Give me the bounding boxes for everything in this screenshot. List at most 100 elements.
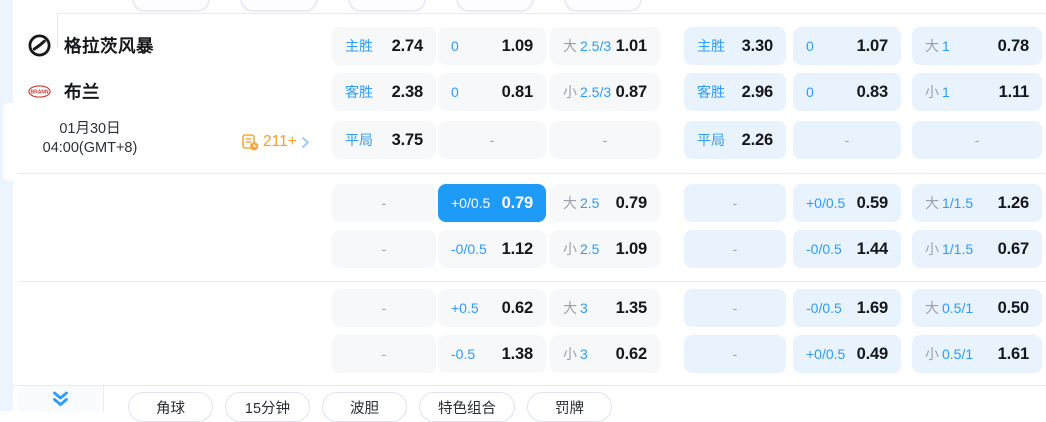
tab-corners[interactable]: 角球 [128, 392, 213, 422]
odds-cell-selected[interactable]: +0/0.5 0.79 [438, 184, 546, 222]
odds-cell[interactable]: 小 3 0.62 [550, 335, 660, 373]
odds-selection-label: -0/0.5 [806, 241, 842, 257]
odds-selection-label: 主胜 [697, 38, 725, 54]
odds-cell[interactable]: 0 1.07 [793, 27, 901, 65]
odds-value: 0.79 [615, 193, 648, 212]
match-date: 01月30日 [59, 121, 121, 137]
odds-cell-empty: - [550, 121, 660, 159]
odds-selection-label: 大 1/1.5 [925, 195, 974, 211]
over-under-prefix: 小 [563, 346, 577, 362]
odds-cell[interactable]: 0 0.81 [438, 73, 546, 111]
odds-selection-label: 大 2.5/3 [563, 38, 612, 54]
odds-cell[interactable]: -0/0.5 1.69 [793, 289, 901, 327]
odds-cell-empty: - [684, 335, 786, 373]
odds-cell[interactable]: 平局 2.26 [684, 121, 786, 159]
odds-cell-empty: - [912, 121, 1042, 159]
odds-selection-label: -0/0.5 [806, 300, 842, 316]
odds-value: 1.09 [615, 239, 648, 258]
odds-value: 2.74 [391, 36, 424, 55]
odds-cell[interactable]: 大 2.5/3 1.01 [550, 27, 660, 65]
odds-value: 2.38 [391, 82, 424, 101]
odds-value: 1.38 [501, 344, 534, 363]
odds-selection-label: 小3 [563, 346, 588, 362]
match-datetime: 01月30日 04:00(GMT+8) [20, 120, 160, 158]
header-divider [57, 13, 1046, 14]
odds-selection-label: 小 0.5/1 [925, 346, 974, 362]
more-markets-button[interactable]: 211+ [242, 133, 310, 151]
tab-cards[interactable]: 罚牌 [527, 392, 612, 422]
odds-value: 1.09 [501, 36, 534, 55]
odds-selection-label: 平局 [697, 132, 725, 148]
odds-value: 0.62 [615, 344, 648, 363]
odds-value: 1.69 [856, 298, 889, 317]
odds-cell[interactable]: 平局 3.75 [332, 121, 436, 159]
odds-cell[interactable]: 大 3 1.35 [550, 289, 660, 327]
odds-selection-label: +0/0.5 [806, 195, 846, 211]
double-chevron-down-icon [52, 391, 68, 406]
odds-cell[interactable]: 小 1 1.11 [912, 73, 1042, 111]
odds-cell[interactable]: 主胜 2.74 [332, 27, 436, 65]
odds-value: 2.96 [741, 82, 774, 101]
tab-special-combos[interactable]: 特色组合 [419, 392, 515, 422]
top-tab-pill[interactable] [348, 0, 426, 12]
tab-15min[interactable]: 15分钟 [225, 392, 310, 422]
odds-value: 3.75 [391, 130, 424, 149]
top-tabs-row [132, 0, 642, 12]
over-under-prefix: 小 [563, 84, 577, 100]
top-tab-pill[interactable] [564, 0, 642, 12]
odds-cell[interactable]: -0/0.5 1.44 [793, 230, 901, 268]
odds-cell[interactable]: 0 0.83 [793, 73, 901, 111]
odds-cell-empty: - [684, 230, 786, 268]
odds-cell[interactable]: -0.5 1.38 [438, 335, 546, 373]
odds-cell[interactable]: 大 0.5/1 0.50 [912, 289, 1042, 327]
odds-cell[interactable]: 小 0.5/1 1.61 [912, 335, 1042, 373]
over-under-prefix: 大 [563, 38, 577, 54]
home-team-logo [28, 34, 51, 57]
odds-cell[interactable]: 客胜 2.96 [684, 73, 786, 111]
odds-cell[interactable]: 0 1.09 [438, 27, 546, 65]
odds-cell[interactable]: 主胜 3.30 [684, 27, 786, 65]
tab-label: 15分钟 [244, 400, 291, 417]
market-tabs: 角球 15分钟 波胆 特色组合 罚牌 [128, 392, 612, 422]
left-scroll-rail[interactable] [0, 0, 14, 411]
odds-selection-label: 大 0.5/1 [925, 300, 974, 316]
odds-cell[interactable]: +0/0.5 0.49 [793, 335, 901, 373]
odds-cell-empty: - [332, 230, 436, 268]
odds-cell[interactable]: 大 1 0.78 [912, 27, 1042, 65]
top-tab-pill[interactable] [456, 0, 534, 12]
bottom-bar: 角球 15分钟 波胆 特色组合 罚牌 [13, 385, 1046, 422]
collapse-button[interactable] [18, 386, 102, 412]
odds-cell[interactable]: +0/0.5 0.59 [793, 184, 901, 222]
odds-cell[interactable]: 客胜 2.38 [332, 73, 436, 111]
odds-selection-label: 大 2.5 [563, 195, 600, 211]
odds-cell[interactable]: 小 2.5 1.09 [550, 230, 660, 268]
home-team-name: 格拉茨风暴 [64, 36, 154, 56]
odds-value: 1.11 [998, 82, 1030, 101]
markets-count: 211+ [263, 133, 297, 150]
odds-cell[interactable]: 小 2.5/3 0.87 [550, 73, 660, 111]
odds-selection-label: 大3 [563, 300, 588, 316]
over-under-prefix: 小 [563, 241, 577, 257]
row-group-divider [18, 281, 1046, 282]
odds-selection-label: 大1 [925, 38, 950, 54]
odds-panel: 格拉茨风暴 BRANN 布兰 01月30日 04:00(GMT+8) 211+ … [0, 0, 1046, 422]
over-under-prefix: 大 [563, 195, 577, 211]
odds-selection-label: 0 [451, 84, 459, 100]
odds-cell[interactable]: 大 2.5 0.79 [550, 184, 660, 222]
top-tab-pill[interactable] [240, 0, 318, 12]
top-tab-pill[interactable] [132, 0, 210, 12]
odds-cell[interactable]: +0.5 0.62 [438, 289, 546, 327]
tab-correct-score[interactable]: 波胆 [322, 392, 407, 422]
odds-selection-label: -0.5 [451, 346, 476, 362]
odds-value: 1.61 [997, 344, 1030, 363]
chevron-right-icon [301, 136, 309, 148]
over-under-prefix: 小 [925, 241, 939, 257]
odds-selection-label: 平局 [345, 132, 373, 148]
odds-cell[interactable]: 大 1/1.5 1.26 [912, 184, 1042, 222]
home-team-row: 格拉茨风暴 [28, 33, 154, 58]
odds-cell[interactable]: -0/0.5 1.12 [438, 230, 546, 268]
tab-label: 角球 [156, 400, 185, 417]
odds-selection-label: 小 1/1.5 [925, 241, 974, 257]
odds-cell[interactable]: 小 1/1.5 0.67 [912, 230, 1042, 268]
odds-cell-empty: - [793, 121, 901, 159]
